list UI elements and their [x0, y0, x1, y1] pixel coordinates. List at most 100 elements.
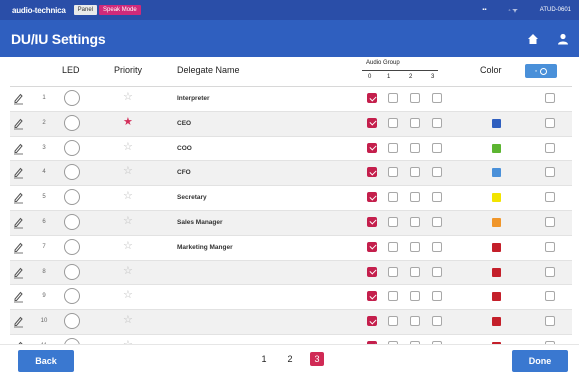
audio-group-checkbox[interactable] — [388, 316, 398, 327]
audio-group-checkbox[interactable] — [388, 291, 398, 302]
audio-group-checkbox[interactable] — [410, 142, 420, 153]
audio-group-checkbox[interactable] — [410, 117, 420, 128]
audio-group-checkbox[interactable] — [367, 241, 377, 252]
edit-icon[interactable] — [13, 315, 24, 328]
audio-group-checkbox[interactable] — [388, 241, 398, 252]
led-indicator[interactable] — [64, 189, 80, 206]
row-select-checkbox[interactable] — [545, 192, 555, 203]
led-indicator[interactable] — [64, 313, 80, 330]
led-indicator[interactable] — [64, 90, 80, 106]
led-indicator[interactable] — [64, 288, 80, 305]
row-select-checkbox[interactable] — [545, 216, 555, 227]
color-swatch[interactable] — [492, 292, 501, 302]
audio-group-checkbox[interactable] — [367, 291, 377, 302]
audio-group-checkbox[interactable] — [367, 142, 377, 153]
audio-group-checkbox[interactable] — [367, 316, 377, 327]
user-icon[interactable] — [557, 33, 569, 45]
delegate-name[interactable]: CFO — [177, 169, 191, 176]
audio-group-checkbox[interactable] — [367, 216, 377, 227]
audio-group-checkbox[interactable] — [410, 216, 420, 227]
color-swatch[interactable] — [492, 242, 501, 252]
audio-group-checkbox[interactable] — [410, 316, 420, 327]
audio-group-checkbox[interactable] — [432, 291, 442, 302]
audio-group-checkbox[interactable] — [367, 192, 377, 203]
audio-group-checkbox[interactable] — [367, 167, 377, 178]
led-indicator[interactable] — [64, 164, 80, 181]
priority-star-icon[interactable]: ☆ — [123, 240, 133, 252]
audio-group-checkbox[interactable] — [388, 93, 398, 103]
audio-group-checkbox[interactable] — [432, 241, 442, 252]
delegate-name[interactable]: Secretary — [177, 194, 207, 201]
edit-icon[interactable] — [13, 142, 24, 155]
audio-group-checkbox[interactable] — [432, 167, 442, 178]
audio-group-checkbox[interactable] — [410, 266, 420, 277]
audio-group-checkbox[interactable] — [432, 316, 442, 327]
page-3-button[interactable]: 3 — [310, 352, 324, 366]
row-select-checkbox[interactable] — [545, 142, 555, 153]
audio-group-checkbox[interactable] — [367, 266, 377, 277]
edit-icon[interactable] — [13, 266, 24, 279]
audio-group-checkbox[interactable] — [432, 142, 442, 153]
delegate-name[interactable]: CEO — [177, 120, 191, 127]
delegate-name[interactable]: Sales Manager — [177, 219, 223, 226]
row-select-checkbox[interactable] — [545, 117, 555, 128]
audio-group-checkbox[interactable] — [367, 117, 377, 128]
audio-group-checkbox[interactable] — [432, 266, 442, 277]
row-select-checkbox[interactable] — [545, 167, 555, 178]
edit-icon[interactable] — [13, 216, 24, 229]
audio-group-checkbox[interactable] — [388, 117, 398, 128]
row-select-checkbox[interactable] — [545, 93, 555, 103]
page-1-button[interactable]: 1 — [258, 352, 270, 366]
audio-group-checkbox[interactable] — [432, 216, 442, 227]
priority-star-icon[interactable]: ☆ — [123, 290, 133, 301]
edit-icon[interactable] — [13, 92, 24, 105]
audio-group-checkbox[interactable] — [388, 142, 398, 153]
edit-icon[interactable] — [13, 241, 24, 254]
color-swatch[interactable] — [492, 143, 501, 153]
color-swatch[interactable] — [492, 193, 501, 203]
audio-group-checkbox[interactable] — [410, 241, 420, 252]
led-indicator[interactable] — [64, 139, 80, 156]
audio-group-checkbox[interactable] — [388, 167, 398, 178]
delegate-name[interactable]: COO — [177, 145, 192, 152]
color-swatch[interactable] — [492, 217, 501, 227]
priority-star-icon[interactable]: ★ — [123, 116, 133, 128]
audio-group-checkbox[interactable] — [388, 192, 398, 203]
edit-icon[interactable] — [13, 290, 24, 303]
back-button[interactable]: Back — [18, 350, 74, 372]
priority-star-icon[interactable]: ☆ — [123, 191, 133, 202]
edit-icon[interactable] — [13, 191, 24, 204]
led-indicator[interactable] — [64, 213, 80, 230]
led-indicator[interactable] — [64, 263, 80, 280]
audio-group-checkbox[interactable] — [410, 93, 420, 103]
row-select-checkbox[interactable] — [545, 316, 555, 327]
priority-star-icon[interactable]: ☆ — [123, 315, 133, 326]
priority-star-icon[interactable]: ☆ — [123, 166, 133, 177]
priority-star-icon[interactable]: ☆ — [123, 215, 133, 227]
audio-group-checkbox[interactable] — [410, 167, 420, 178]
audio-group-checkbox[interactable] — [432, 192, 442, 203]
done-button[interactable]: Done — [512, 350, 568, 372]
color-swatch[interactable] — [492, 168, 501, 178]
audio-group-checkbox[interactable] — [388, 266, 398, 277]
edit-icon[interactable] — [13, 117, 24, 130]
audio-group-checkbox[interactable] — [432, 117, 442, 128]
audio-group-checkbox[interactable] — [432, 93, 442, 103]
edit-icon[interactable] — [13, 166, 24, 179]
color-swatch[interactable] — [492, 267, 501, 277]
select-all-toggle[interactable]: ◦ — [525, 64, 557, 78]
delegate-name[interactable]: Interpreter — [177, 95, 210, 102]
priority-star-icon[interactable]: ☆ — [123, 92, 133, 103]
row-select-checkbox[interactable] — [545, 266, 555, 277]
row-select-checkbox[interactable] — [545, 241, 555, 252]
row-select-checkbox[interactable] — [545, 291, 555, 302]
priority-star-icon[interactable]: ☆ — [123, 265, 133, 277]
priority-star-icon[interactable]: ☆ — [123, 141, 133, 153]
color-swatch[interactable] — [492, 118, 501, 128]
delegate-name[interactable]: Marketing Manger — [177, 244, 233, 251]
audio-group-checkbox[interactable] — [367, 93, 377, 103]
audio-group-checkbox[interactable] — [410, 192, 420, 203]
led-indicator[interactable] — [64, 238, 80, 255]
home-icon[interactable] — [527, 33, 539, 45]
audio-group-checkbox[interactable] — [388, 216, 398, 227]
